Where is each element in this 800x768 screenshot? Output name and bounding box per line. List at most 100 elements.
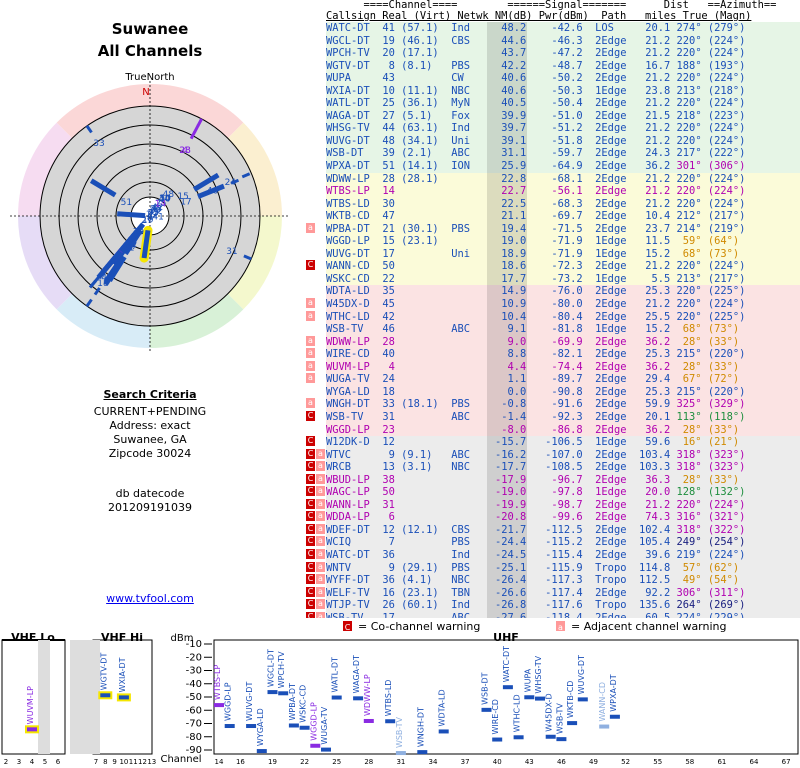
search-criteria: Search Criteria CURRENT+PENDING Address:…: [0, 388, 300, 461]
table-row[interactable]: WBUD-LP 38 -17.9 -96.7 2Edge 36.3 28° (33°) Ca: [306, 473, 800, 487]
cell-nm: 40.6: [501, 72, 527, 85]
cell-ch: 41: [382, 22, 395, 34]
table-row[interactable]: WGCL-DT 19 (46.1) CBS 44.6 -46.3 2Edge 21.2 220°…: [326, 34, 800, 48]
cell-pwr: -80.4: [551, 310, 583, 323]
cell-net: PBS: [451, 536, 470, 549]
table-row[interactable]: WATC-DT 36 Ind -24.5 -115.4 2Edge 39.6 219° (224…: [306, 548, 800, 562]
cell-net: ABC: [451, 448, 470, 461]
cell-call: WSKC-CD: [326, 272, 370, 285]
cell-magn: (73°): [707, 323, 740, 336]
cell-pwr: -71.9: [551, 235, 583, 248]
table-row[interactable]: WDWW-LP 28 9.0 -69.9 2Edge 36.2 28° (33°) a: [306, 335, 800, 349]
adjacent-warning-icon: a: [316, 599, 325, 610]
x-tick-label: 12: [138, 758, 147, 766]
table-row[interactable]: WSKC-CD 22 17.7 -73.2 1Edge 5.5 213° (217°): [326, 272, 800, 286]
adjacent-warning-icon: a: [306, 348, 315, 359]
cell-call: WANN-LP: [326, 498, 370, 511]
table-row[interactable]: WIRE-CD 40 8.8 -82.1 2Edge 25.3 215° (220°) a: [306, 348, 800, 361]
cell-virt: (57.1): [401, 22, 439, 34]
table-row[interactable]: WTJP-TV 26 (60.1) Ind -26.8 -117.6 Tropo 135.6 2…: [306, 599, 800, 612]
cell-az: 264°: [676, 599, 702, 612]
cell-call: WATC-DT: [326, 22, 370, 34]
table-row[interactable]: WDDA-LP 6 -20.8 -99.6 2Edge 74.3 316° (321°) Ca: [306, 511, 800, 524]
cell-nm: -26.6: [495, 586, 527, 599]
table-row[interactable]: WTHC-LD 42 10.4 -80.4 2Edge 25.5 220° (225°) a: [306, 310, 800, 324]
table-row[interactable]: WNGH-DT 33 (18.1) PBS -0.8 -91.6 2Edge 59.9 325°…: [306, 398, 800, 411]
table-row[interactable]: W12DK-D 12 -15.7 -106.5 1Edge 59.6 16° (21°) C: [306, 436, 800, 449]
table-row[interactable]: WPBA-DT 21 (30.1) PBS 19.4 -71.5 2Edge 23.7 214°…: [306, 222, 800, 236]
cell-ch: 45: [382, 298, 395, 311]
y-tick-label: -60: [186, 705, 202, 716]
table-row[interactable]: WDWW-LP 28 (28.1) 22.8 -68.1 2Edge 21.2 220° (22…: [326, 172, 800, 186]
table-row[interactable]: WNTV 9 (29.1) PBS -25.1 -115.9 Tropo 114.8 57° (6…: [306, 561, 800, 575]
cell-pwr: -56.1: [551, 185, 583, 198]
table-row[interactable]: WANN-LP 31 -19.9 -98.7 2Edge 21.2 220° (224°) Ca: [306, 498, 800, 512]
table-row[interactable]: WDTA-LD 35 14.9 -76.0 2Edge 25.3 220° (225°): [326, 285, 800, 299]
cell-dist: 16.7: [645, 59, 671, 72]
table-row[interactable]: WANN-CD 50 18.6 -72.3 2Edge 21.2 220° (224°) C: [306, 260, 800, 273]
cell-ch: 30: [382, 197, 395, 210]
table-row[interactable]: WDEF-DT 12 (12.1) CBS -21.7 -112.5 2Edge 102.4 3…: [306, 523, 800, 537]
search-criteria-heading: Search Criteria: [103, 388, 197, 401]
cell-az: 188°: [676, 59, 702, 72]
table-row[interactable]: WXIA-DT 10 (11.1) NBC 40.6 -50.3 1Edge 23.8 213°…: [326, 84, 800, 98]
table-row[interactable]: WSB-TV 31 ABC -1.4 -92.3 2Edge 20.1 113° (118°) C: [306, 410, 800, 424]
table-row[interactable]: WTVC 9 (9.1) ABC -16.2 -107.0 2Edge 103.4 318° (3…: [306, 448, 800, 462]
table-row[interactable]: WRCB 13 (3.1) NBC -17.7 -108.5 2Edge 103.3 318° (…: [306, 461, 800, 474]
adjacent-warning-icon: a: [316, 461, 325, 472]
table-row[interactable]: WTBS-LP 14 22.7 -56.1 2Edge 21.2 220° (224°): [326, 185, 800, 198]
table-row[interactable]: WSB-TV 46 ABC 9.1 -81.8 1Edge 15.2 68° (73°): [326, 323, 800, 336]
table-row[interactable]: WYGA-LD 18 0.0 -90.8 2Edge 25.3 215° (220°): [326, 385, 800, 399]
table-row[interactable]: WUVM-LP 4 4.4 -74.4 2Edge 36.2 28° (33°) a: [306, 360, 800, 374]
table-row[interactable]: WSB-DT 39 (2.1) ABC 31.1 -59.7 2Edge 24.3 217° (2…: [326, 147, 800, 161]
table-row[interactable]: WKTB-CD 47 21.1 -69.7 2Edge 10.4 212° (217°): [326, 210, 800, 223]
cell-pwr: -91.6: [551, 398, 583, 411]
cell-call: WUVG-DT: [326, 247, 370, 260]
cell-nm: 22.8: [501, 172, 527, 185]
table-row[interactable]: WTBS-LD 30 22.5 -68.3 2Edge 21.2 220° (224°): [326, 197, 800, 211]
cell-call: WBUD-LP: [326, 473, 370, 486]
table-row[interactable]: WUVG-DT 17 Uni 18.9 -71.9 1Edge 15.2 68° (73°): [326, 247, 800, 261]
table-row[interactable]: WCIQ 7 PBS -24.4 -115.2 2Edge 105.4 249° (254°) C…: [306, 536, 800, 549]
cell-path: 2Edge: [595, 222, 627, 235]
cell-ch: 9: [388, 448, 395, 461]
table-row[interactable]: WGGD-LP 23 -8.0 -86.8 2Edge 36.2 28° (33°): [326, 423, 800, 437]
cell-pwr: -51.2: [551, 122, 583, 135]
cell-ch: 28: [382, 335, 395, 348]
table-row[interactable]: WGGD-LP 15 (23.1) 19.0 -71.9 1Edge 11.5 59° (64°…: [326, 235, 800, 248]
cell-call: WUVG-DT: [326, 134, 370, 147]
cell-az: 16°: [682, 436, 702, 449]
cell-path: 2Edge: [595, 423, 627, 436]
cell-ch: 16: [382, 586, 395, 599]
table-row[interactable]: WYFF-DT 36 (4.1) NBC -26.4 -117.3 Tropo 112.5 49…: [306, 574, 800, 587]
table-row[interactable]: WUGA-TV 24 1.1 -89.7 2Edge 29.4 67° (72°) a: [306, 373, 800, 386]
table-row[interactable]: WPXA-DT 51 (14.1) ION 25.9 -64.9 2Edge 36.2 301°…: [326, 160, 800, 173]
cell-pwr: -68.3: [551, 197, 583, 210]
table-row[interactable]: WATL-DT 25 (36.1) MyN 40.5 -50.4 2Edge 21.2 220°…: [326, 97, 800, 110]
cell-az: 28°: [682, 335, 702, 348]
table-row[interactable]: WELF-TV 16 (23.1) TBN -26.6 -117.4 2Edge 92.2 30…: [306, 586, 800, 600]
table-row[interactable]: WAGC-LP 50 -19.0 -97.8 1Edge 20.0 128° (132°) Ca: [306, 486, 800, 499]
cell-nm: -26.4: [495, 574, 527, 587]
cell-call: WUVM-LP: [326, 360, 370, 373]
table-row[interactable]: WPCH-TV 20 (17.1) 43.7 -47.2 2Edge 21.2 220° (22…: [326, 47, 800, 60]
cell-dist: 29.4: [645, 373, 671, 386]
cell-dist: 21.2: [645, 298, 671, 311]
cell-path: 2Edge: [595, 523, 627, 536]
table-row[interactable]: WHSG-TV 44 (63.1) Ind 39.7 -51.2 2Edge 21.2 220°…: [326, 122, 800, 135]
table-row[interactable]: WUPA 43 CW 40.6 -50.2 2Edge 21.2 220° (224°): [326, 72, 800, 85]
cell-call: WCIQ: [326, 536, 352, 549]
cell-pwr: -92.3: [551, 410, 583, 423]
cell-magn: (224°): [707, 498, 746, 511]
table-row[interactable]: WUVG-DT 48 (34.1) Uni 39.1 -51.8 2Edge 21.2 220°…: [326, 134, 800, 148]
table-row[interactable]: WAGA-DT 27 (5.1) Fox 39.9 -51.0 2Edge 21.5 218° (…: [326, 109, 800, 123]
table-row[interactable]: W45DX-D 45 10.9 -80.0 2Edge 21.2 220° (224°) a: [306, 298, 800, 311]
station-bar-label: WDWW-LP: [363, 674, 372, 716]
cell-call: WATL-DT: [326, 97, 370, 110]
table-row[interactable]: WGTV-DT 8 (8.1) PBS 42.2 -48.7 2Edge 16.7 188° (1…: [326, 59, 800, 73]
cell-call: WNGH-DT: [326, 398, 370, 411]
table-row[interactable]: WATC-DT 41 (57.1) Ind 48.2 -42.6 LOS 20.1 274° (2…: [326, 22, 800, 35]
cell-pwr: -50.2: [551, 72, 583, 85]
tvfool-link[interactable]: www.tvfool.com: [0, 592, 300, 605]
cell-pwr: -74.4: [551, 360, 583, 373]
